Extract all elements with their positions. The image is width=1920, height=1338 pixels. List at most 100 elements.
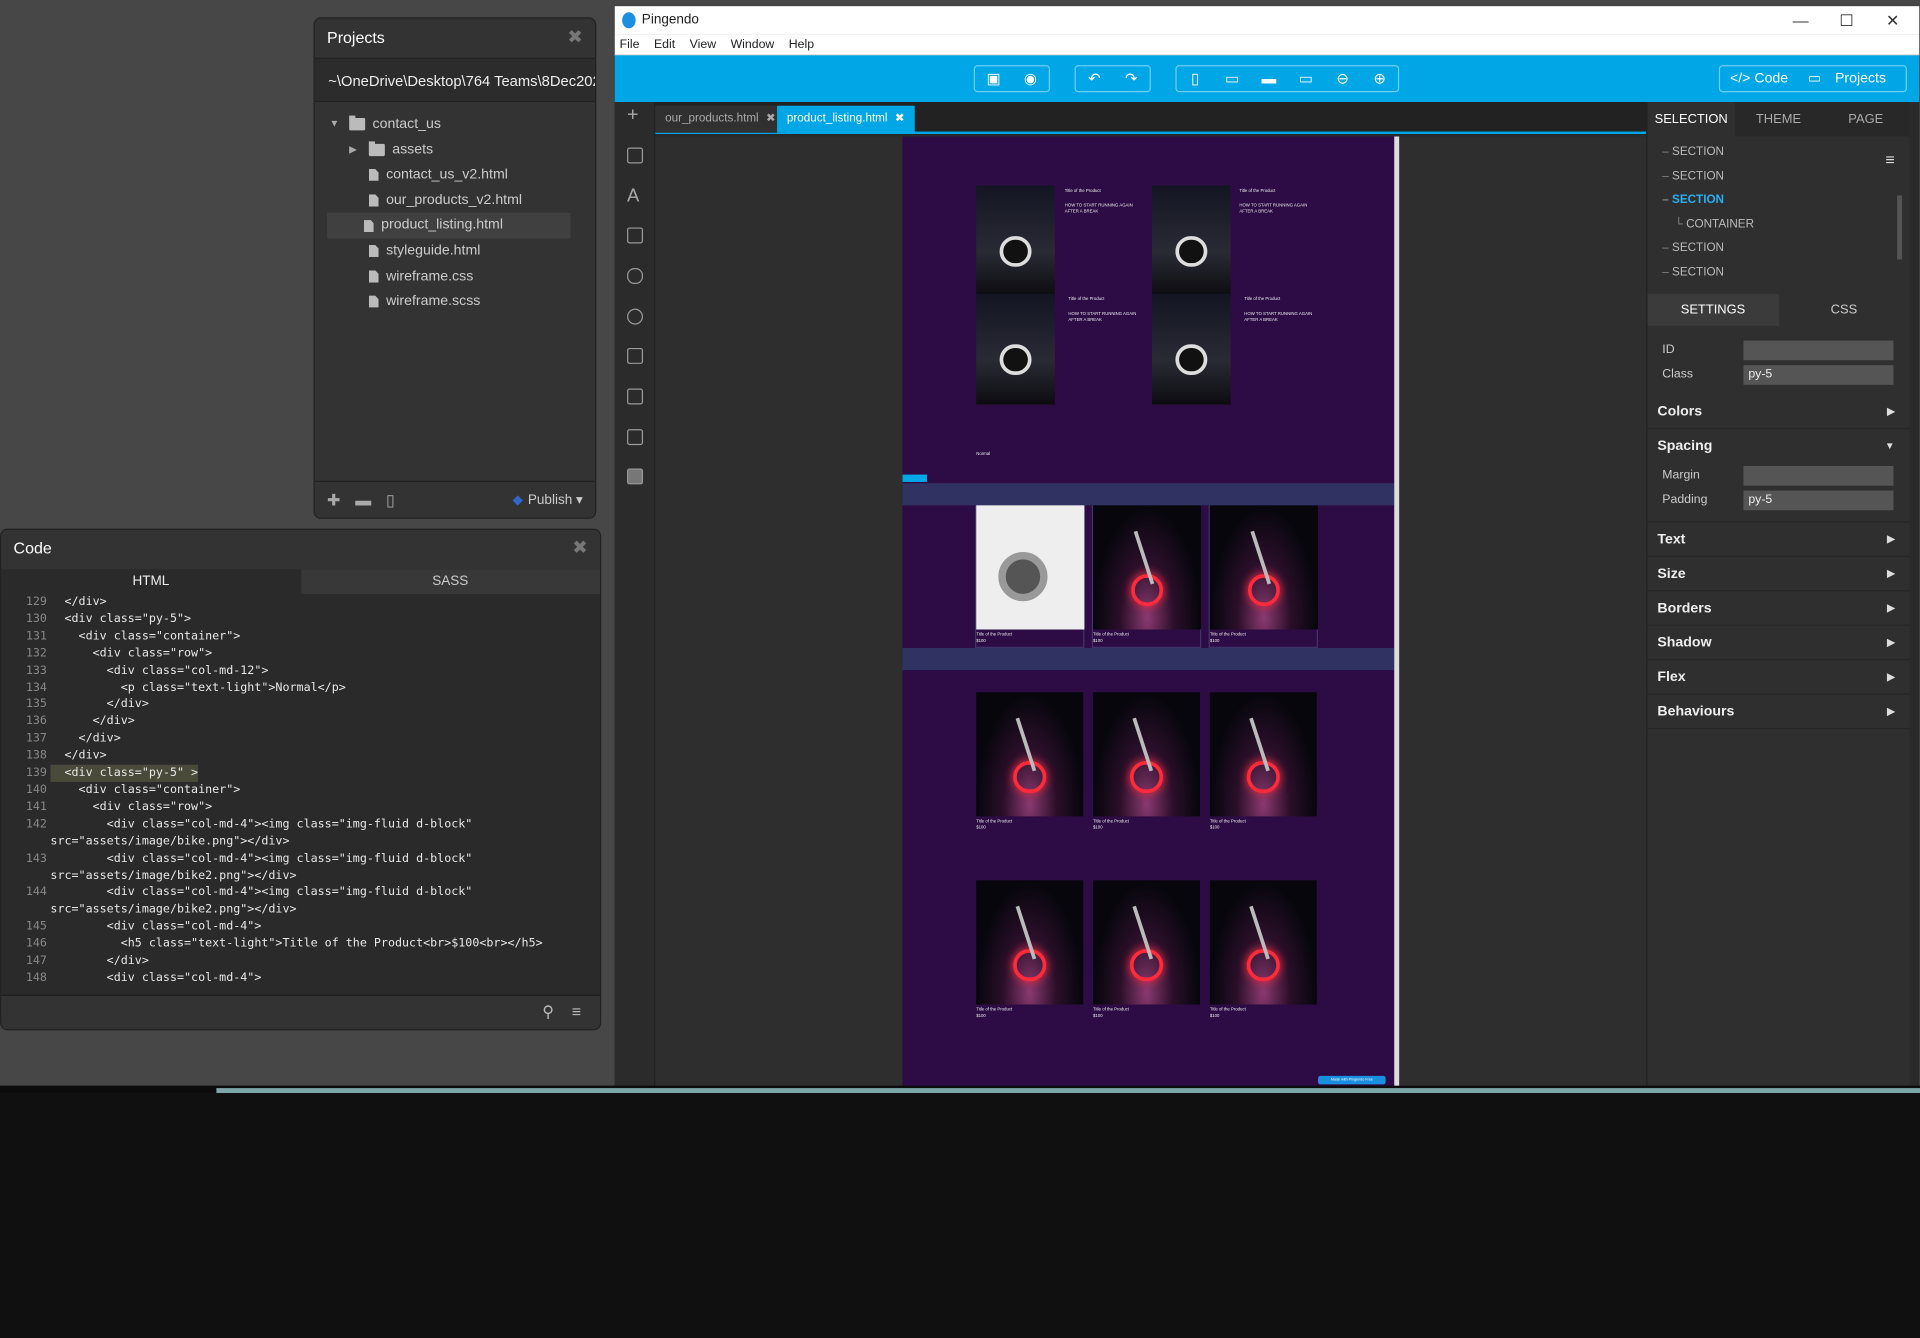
product-image[interactable]	[1152, 293, 1231, 405]
close-code-icon[interactable]: ✖	[572, 530, 587, 567]
tree-item[interactable]: product_listing.html	[327, 213, 571, 239]
menu-view[interactable]: View	[690, 38, 716, 52]
tab-page[interactable]: PAGE	[1822, 102, 1909, 136]
tree-item[interactable]: our_products_v2.html	[315, 188, 595, 213]
product-image[interactable]	[1093, 692, 1200, 817]
property-group[interactable]: Text ▶	[1647, 523, 1910, 557]
add-file-icon[interactable]: ✚	[327, 490, 340, 510]
tree-item[interactable]: ▶ assets	[315, 137, 595, 162]
outline-item[interactable]: – SECTION	[1648, 188, 1910, 212]
trash-icon[interactable]: ▯	[386, 490, 395, 510]
preview-eye-icon[interactable]: ◉	[1012, 66, 1049, 91]
text-icon[interactable]: A	[627, 187, 643, 205]
menu-icon[interactable]: ≡	[572, 1002, 581, 1020]
outline-scrollbar[interactable]	[1897, 195, 1903, 260]
image-icon[interactable]	[627, 227, 644, 244]
id-field[interactable]	[1743, 340, 1894, 361]
tab-html[interactable]: HTML	[1, 569, 301, 594]
outline-item[interactable]: └ CONTAINER	[1648, 212, 1910, 236]
edit-icon[interactable]	[627, 429, 644, 446]
add-icon[interactable]: +	[627, 105, 643, 125]
class-field[interactable]: py-5	[1743, 365, 1894, 385]
page-preview[interactable]: Title of the Product HOW TO START RUNNING…	[902, 136, 1395, 1089]
link-icon[interactable]	[627, 308, 644, 325]
close-tab-icon[interactable]: ✖	[766, 112, 776, 126]
menu-edit[interactable]: Edit	[654, 38, 675, 52]
tab-selection[interactable]: SELECTION	[1647, 102, 1735, 137]
product-image[interactable]	[1093, 880, 1200, 1005]
menu-file[interactable]: File	[620, 38, 640, 52]
save-icon[interactable]: ▣	[975, 66, 1012, 91]
maximize-icon[interactable]: ☐	[1839, 6, 1853, 34]
zoom-in-icon[interactable]: ⊕	[1361, 66, 1398, 91]
tree-item[interactable]: wireframe.scss	[315, 289, 595, 314]
product-image[interactable]	[976, 880, 1084, 1005]
tree-item[interactable]: ▼ contact_us	[315, 112, 595, 137]
caret-down-icon[interactable]: ▼	[330, 112, 342, 137]
property-group[interactable]: Flex ▶	[1647, 660, 1910, 695]
canvas-scrollbar[interactable]	[1394, 136, 1400, 1089]
padding-field[interactable]: py-5	[1743, 490, 1894, 511]
outline-item[interactable]: – SECTION	[1648, 164, 1910, 188]
property-group[interactable]: Borders ▶	[1647, 591, 1910, 626]
spacing-group[interactable]: Spacing ▼	[1648, 429, 1910, 463]
menu-window[interactable]: Window	[731, 38, 775, 52]
hamburger-icon[interactable]: ≡	[1885, 150, 1894, 168]
product-image[interactable]	[1093, 505, 1202, 630]
card-icon[interactable]	[627, 388, 644, 405]
tab-css[interactable]: CSS	[1778, 294, 1909, 326]
design-canvas[interactable]: Title of the Product HOW TO START RUNNING…	[655, 136, 1647, 1089]
close-window-icon[interactable]: ✕	[1886, 6, 1899, 34]
script-icon[interactable]	[627, 468, 644, 485]
property-group[interactable]: Shadow ▶	[1647, 626, 1910, 661]
undo-icon[interactable]: ↶	[1076, 66, 1113, 91]
product-image[interactable]	[976, 185, 1055, 297]
made-with-badge[interactable]: Made with Pingendo Free	[1318, 1075, 1386, 1085]
tablet-icon[interactable]: ▭	[1214, 66, 1251, 91]
property-group[interactable]: Behaviours ▶	[1647, 695, 1910, 730]
product-image[interactable]	[976, 505, 1085, 630]
product-image[interactable]	[1152, 185, 1231, 297]
redo-icon[interactable]: ↷	[1113, 66, 1150, 91]
desktop-icon[interactable]: ▭	[1287, 66, 1324, 91]
code-button[interactable]: </> Code	[1720, 66, 1798, 91]
close-tab-icon[interactable]: ✖	[895, 112, 905, 126]
publish-button[interactable]: ◆ Publish ▾	[513, 492, 583, 508]
tab-product-listing[interactable]: product_listing.html ✖	[777, 105, 915, 133]
laptop-icon[interactable]: ▬	[1250, 66, 1287, 91]
code-editor[interactable]: 129 </div> 130 <div class="py-5"> 131 <div…	[1, 594, 600, 987]
caret-right-icon[interactable]: ▶	[349, 137, 361, 162]
close-projects-icon[interactable]: ✖	[567, 18, 582, 57]
colors-group[interactable]: Colors ▶	[1647, 395, 1910, 430]
minimize-icon[interactable]: —	[1793, 6, 1809, 34]
tab-theme[interactable]: THEME	[1735, 102, 1822, 136]
tab-settings[interactable]: SETTINGS	[1647, 293, 1779, 326]
selection-marker[interactable]	[902, 474, 928, 482]
tree-item[interactable]: styleguide.html	[315, 238, 595, 263]
new-folder-icon[interactable]: ▬	[355, 491, 371, 509]
project-path[interactable]: ~\OneDrive\Desktop\764 Teams\8Dec2022	[314, 57, 596, 103]
menu-help[interactable]: Help	[789, 38, 814, 52]
tab-sass[interactable]: SASS	[301, 569, 600, 594]
product-image[interactable]	[976, 692, 1084, 817]
tree-item[interactable]: contact_us_v2.html	[315, 163, 595, 188]
outline-item-label: SECTION	[1672, 193, 1724, 207]
outline-item[interactable]: – SECTION	[1648, 140, 1910, 164]
pointer-icon[interactable]	[627, 268, 644, 285]
product-image[interactable]	[1209, 692, 1317, 817]
outline-item[interactable]: – SECTION	[1648, 237, 1910, 261]
tree-item[interactable]: wireframe.css	[315, 264, 595, 289]
search-icon[interactable]: ⚲	[542, 1002, 554, 1022]
zoom-out-icon[interactable]: ⊖	[1324, 66, 1361, 91]
tab-our-products[interactable]: our_products.html ✖	[655, 105, 786, 133]
product-image[interactable]	[1209, 505, 1319, 630]
property-group[interactable]: Size ▶	[1647, 557, 1910, 592]
phone-icon[interactable]: ▯	[1177, 66, 1214, 91]
product-image[interactable]	[1209, 880, 1317, 1005]
margin-field[interactable]	[1743, 465, 1894, 486]
grid-icon[interactable]	[627, 147, 644, 164]
list-icon[interactable]	[627, 347, 644, 364]
outline-item[interactable]: – SECTION	[1648, 261, 1910, 285]
product-image[interactable]	[976, 293, 1055, 405]
projects-button[interactable]: ▭ Projects	[1798, 66, 1906, 91]
